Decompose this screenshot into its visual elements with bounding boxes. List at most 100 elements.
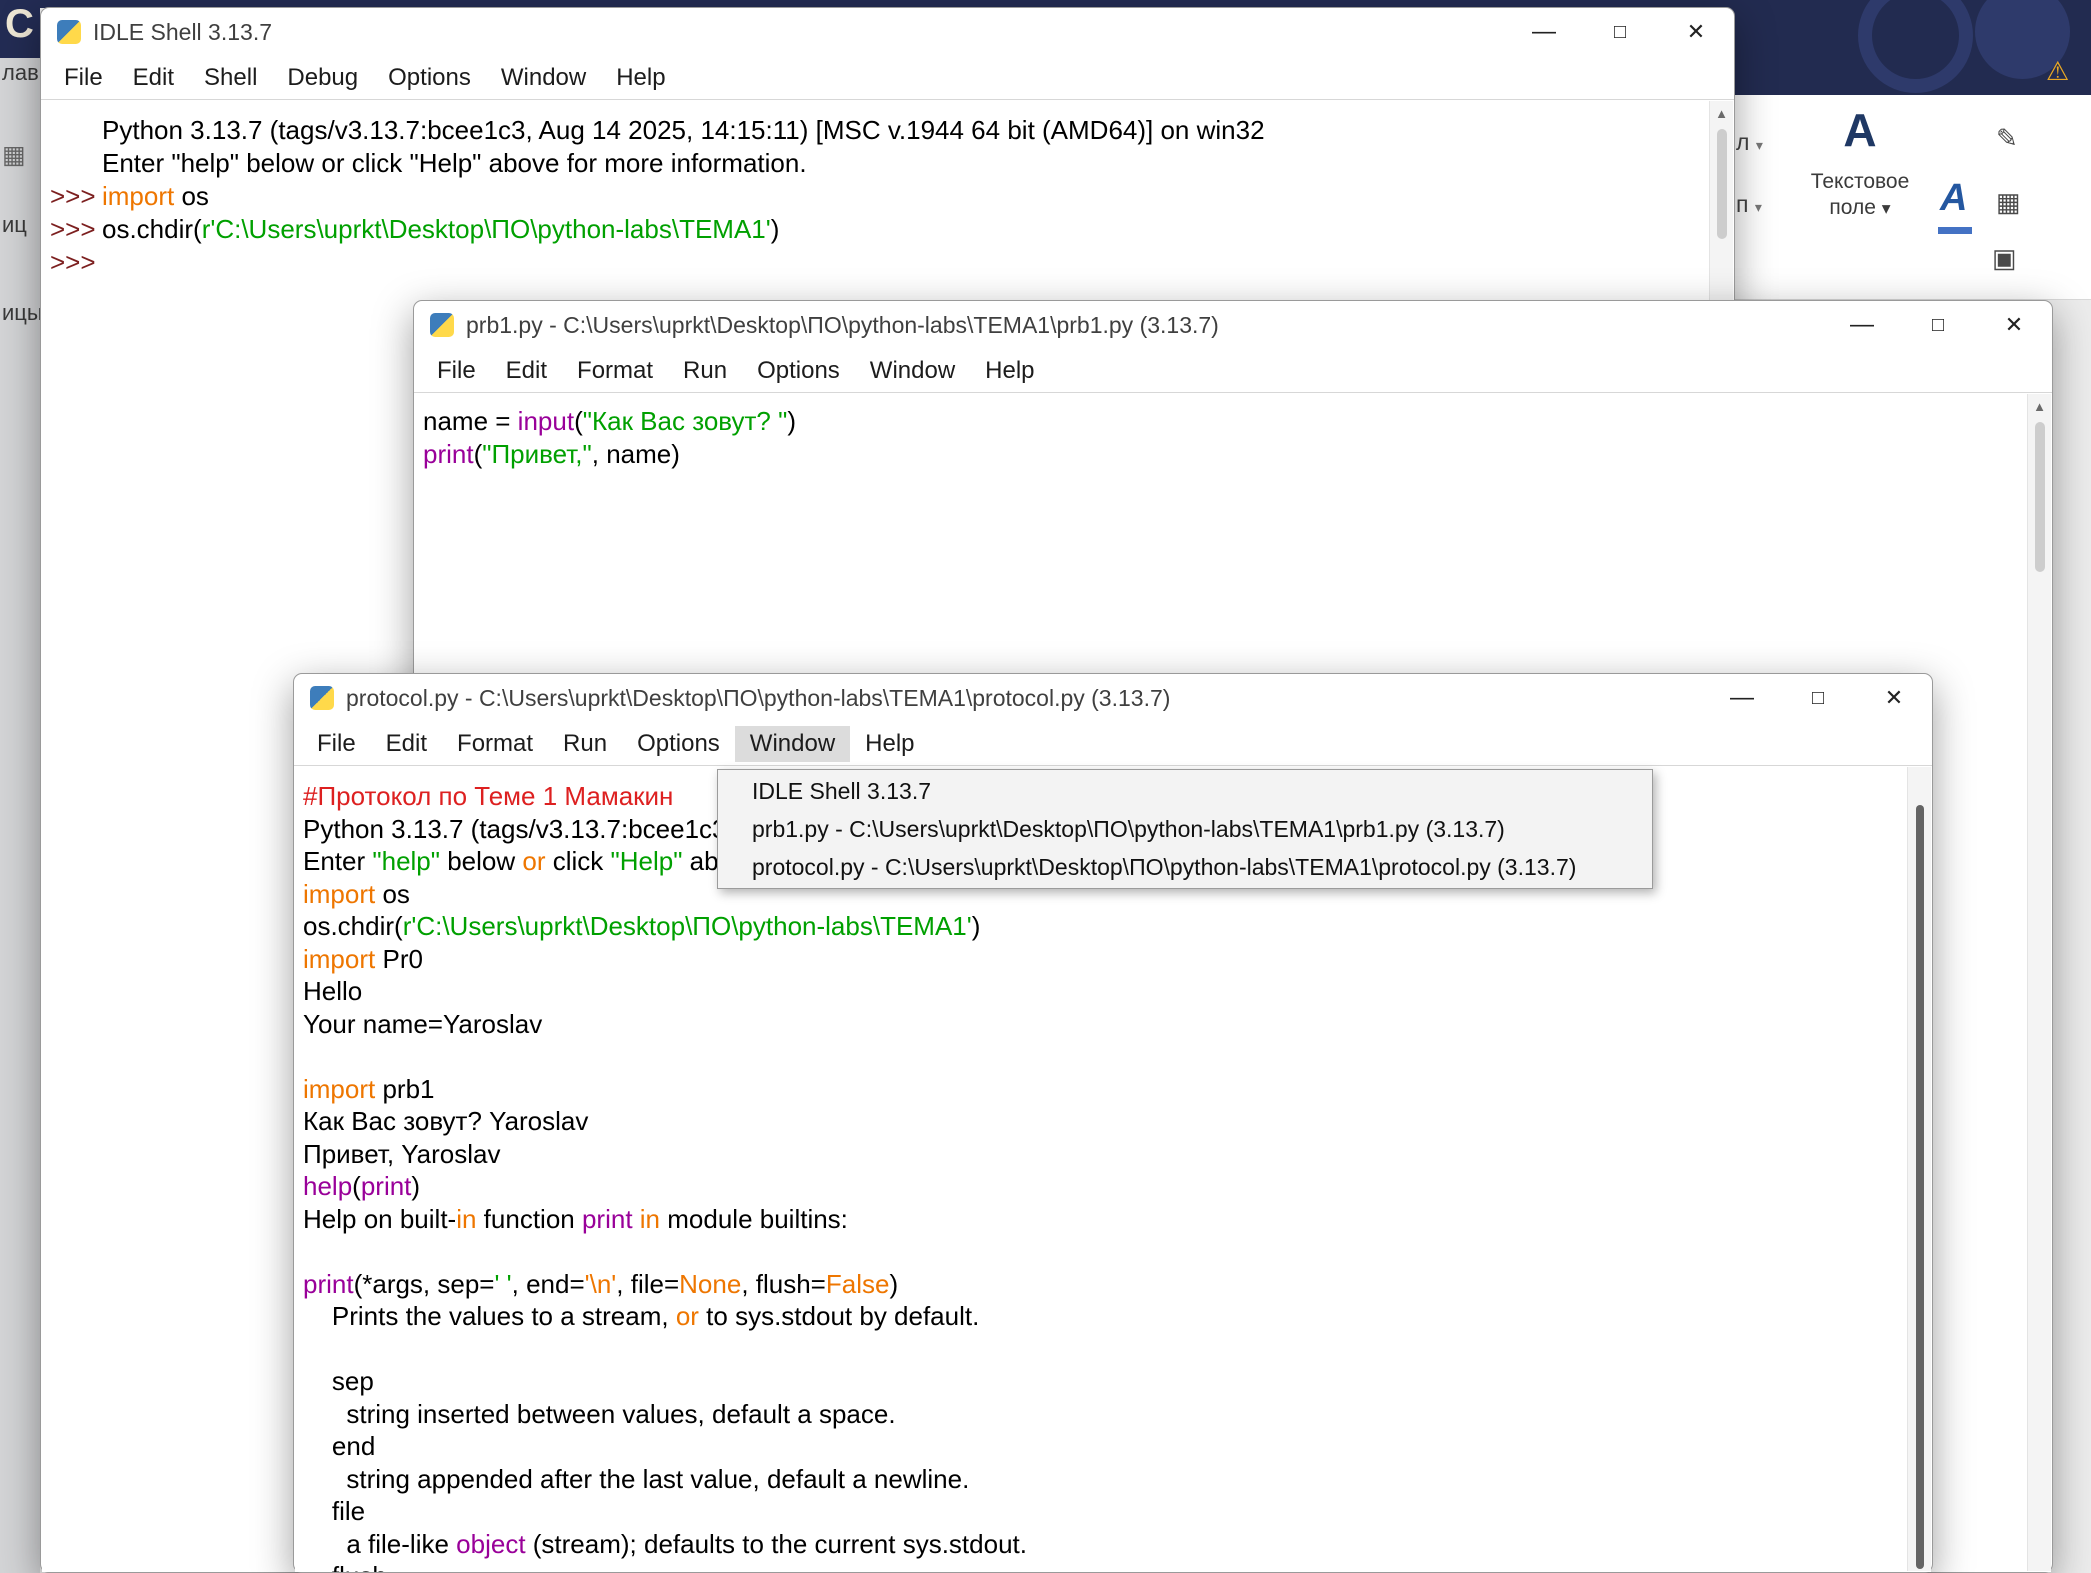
maximize-button[interactable]: □ [1780, 674, 1856, 722]
prb1-window-controls: — □ ✕ [1824, 301, 2052, 349]
code-line: import Pr0 [303, 943, 1897, 976]
code-line: a file-like object (stream); defaults to… [303, 1528, 1897, 1561]
shell-menu-0[interactable]: File [49, 60, 118, 96]
protocol-editor-window: protocol.py - C:\Users\uprkt\Desktop\ПО\… [293, 673, 1933, 1573]
shell-titlebar[interactable]: IDLE Shell 3.13.7 — □ ✕ [41, 8, 1734, 56]
desktop-left-edge: лав ▦ иц ицы [0, 0, 40, 1573]
prb1-menu-6[interactable]: Help [970, 353, 1049, 389]
prb1-editor[interactable]: name = input("Как Вас зовут? ")print("Пр… [415, 393, 2051, 471]
chevron-down-icon: ▾ [1756, 137, 1763, 153]
code-line: Hello [303, 975, 1897, 1008]
prb1-menu-5[interactable]: Window [855, 353, 970, 389]
close-button[interactable]: ✕ [1856, 674, 1932, 722]
protocol-menu-4[interactable]: Options [622, 726, 735, 762]
code-line [303, 1040, 1897, 1073]
window-menu-item-2[interactable]: protocol.py - C:\Users\uprkt\Desktop\ПО\… [718, 848, 1652, 886]
protocol-menu-6[interactable]: Help [850, 726, 929, 762]
prb1-menubar: FileEditFormatRunOptionsWindowHelp [414, 349, 2052, 393]
protocol-menu-0[interactable]: File [302, 726, 371, 762]
code-line: print("Привет,", name) [423, 438, 2017, 471]
textbox-label-line1: Текстовое [1811, 170, 1910, 193]
scrollbar-thumb[interactable] [1916, 805, 1924, 1569]
code-line: >>> [50, 246, 1699, 279]
code-line: Enter "help" below or click "Help" above… [50, 147, 1699, 180]
logo-ring [1858, 0, 1973, 93]
scroll-up-icon[interactable]: ▲ [2028, 394, 2051, 418]
code-line: os.chdir(r'C:\Users\uprkt\Desktop\ПО\pyt… [303, 910, 1897, 943]
font-color-icon[interactable]: A [1940, 177, 1967, 220]
code-line: Python 3.13.7 (tags/v3.13.7:bcee1c3, Aug… [50, 114, 1699, 147]
protocol-menu-5[interactable]: Window [735, 726, 850, 762]
scroll-up-icon[interactable]: ▲ [1710, 101, 1733, 125]
code-line: print(*args, sep=' ', end='\n', file=Non… [303, 1268, 1897, 1301]
shell-menu-2[interactable]: Shell [189, 60, 272, 96]
pencil-icon[interactable]: ✎ [1996, 123, 2018, 154]
prb1-menu-3[interactable]: Run [668, 353, 742, 389]
window-menu-item-1[interactable]: prb1.py - C:\Users\uprkt\Desktop\ПО\pyth… [718, 810, 1652, 848]
ribbon-dropdown-fragment-2[interactable]: п ▾ [1736, 191, 1762, 218]
shell-window-title: IDLE Shell 3.13.7 [93, 19, 272, 46]
font-color-bar [1938, 227, 1972, 234]
textbox-label: Текстовое поле ▾ [1808, 169, 1912, 221]
shell-menubar: FileEditShellDebugOptionsWindowHelp [41, 56, 1734, 100]
protocol-menu-1[interactable]: Edit [371, 726, 442, 762]
shell-menu-5[interactable]: Window [486, 60, 601, 96]
table-icon[interactable]: ▦ [1996, 187, 2021, 218]
ribbon-fragment-text: л [1736, 129, 1749, 155]
code-line: sep [303, 1365, 1897, 1398]
scrollbar-thumb[interactable] [2035, 422, 2045, 572]
ribbon-dropdown-fragment-1[interactable]: л ▾ [1736, 129, 1763, 156]
maximize-button[interactable]: □ [1900, 301, 1976, 349]
shell-menu-3[interactable]: Debug [272, 60, 373, 96]
minimize-button[interactable]: — [1824, 301, 1900, 349]
window-menu-dropdown: IDLE Shell 3.13.7prb1.py - C:\Users\uprk… [717, 769, 1653, 889]
prb1-menu-1[interactable]: Edit [491, 353, 562, 389]
word-ribbon-fragment: л ▾ п ▾ А Текстовое поле ▾ A ✎ ▦ ▣ [1700, 95, 2091, 300]
window-menu-item-0[interactable]: IDLE Shell 3.13.7 [718, 772, 1652, 810]
close-button[interactable]: ✕ [1976, 301, 2052, 349]
prb1-titlebar[interactable]: prb1.py - C:\Users\uprkt\Desktop\ПО\pyth… [414, 301, 2052, 349]
prb1-menu-2[interactable]: Format [562, 353, 668, 389]
shell-menu-1[interactable]: Edit [118, 60, 189, 96]
protocol-scrollbar[interactable] [1907, 767, 1931, 1571]
background-text-fragment: иц [2, 212, 27, 238]
minimize-button[interactable]: — [1506, 8, 1582, 56]
shell-output[interactable]: Python 3.13.7 (tags/v3.13.7:bcee1c3, Aug… [42, 100, 1733, 279]
ribbon-fragment-text: п [1736, 191, 1748, 217]
close-button[interactable]: ✕ [1658, 8, 1734, 56]
grid-icon: ▦ [2, 140, 26, 170]
logo-letter: C [5, 2, 34, 46]
code-line: flush [303, 1560, 1897, 1572]
shell-menu-6[interactable]: Help [601, 60, 680, 96]
python-icon [430, 313, 454, 337]
textbox-gallery-button[interactable]: А Текстовое поле ▾ [1808, 101, 1912, 221]
code-line: name = input("Как Вас зовут? ") [423, 405, 2017, 438]
code-line: string inserted between values, default … [303, 1398, 1897, 1431]
protocol-menu-3[interactable]: Run [548, 726, 622, 762]
maximize-button[interactable]: □ [1582, 8, 1658, 56]
protocol-menu-2[interactable]: Format [442, 726, 548, 762]
chevron-down-icon: ▾ [1755, 199, 1762, 215]
chevron-down-icon: ▾ [1882, 198, 1891, 218]
protocol-titlebar[interactable]: protocol.py - C:\Users\uprkt\Desktop\ПО\… [294, 674, 1932, 722]
warning-icon[interactable]: ⚠ [2046, 56, 2069, 87]
code-line: Prints the values to a stream, or to sys… [303, 1300, 1897, 1333]
app-logo-corner: C [0, 0, 40, 58]
prb1-menu-4[interactable]: Options [742, 353, 855, 389]
prb1-scrollbar[interactable]: ▲ [2027, 394, 2051, 1571]
code-line: Your name=Yaroslav [303, 1008, 1897, 1041]
code-line: Как Вас зовут? Yaroslav [303, 1105, 1897, 1138]
python-icon [57, 20, 81, 44]
code-line: file [303, 1495, 1897, 1528]
prb1-menu-0[interactable]: File [422, 353, 491, 389]
code-line: Help on built-in function print in modul… [303, 1203, 1897, 1236]
page-icon[interactable]: ▣ [1992, 243, 2017, 274]
code-line: end [303, 1430, 1897, 1463]
protocol-window-title: protocol.py - C:\Users\uprkt\Desktop\ПО\… [346, 685, 1170, 712]
shell-window-controls: — □ ✕ [1506, 8, 1734, 56]
scrollbar-thumb[interactable] [1717, 129, 1727, 239]
minimize-button[interactable]: — [1704, 674, 1780, 722]
shell-menu-4[interactable]: Options [373, 60, 486, 96]
background-text-fragment: ицы [2, 300, 40, 326]
protocol-window-controls: — □ ✕ [1704, 674, 1932, 722]
